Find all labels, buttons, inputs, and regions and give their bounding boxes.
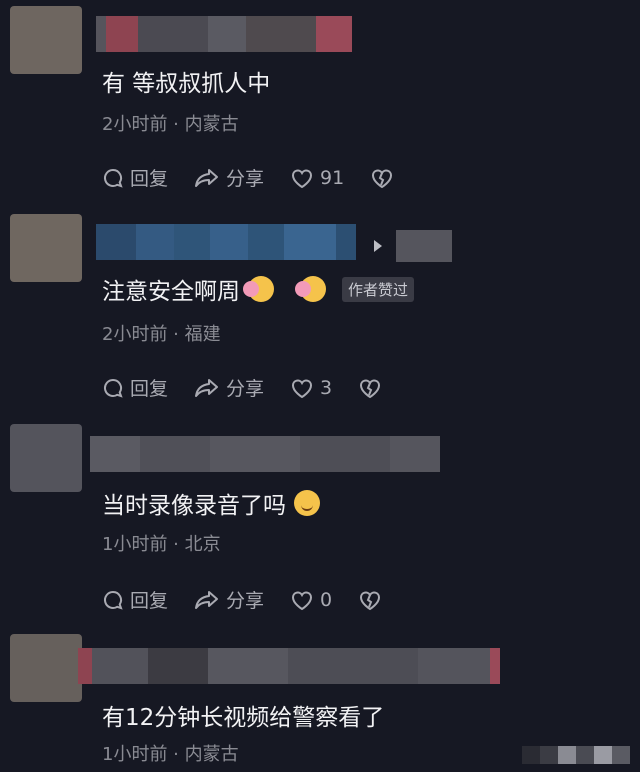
couple-emoji xyxy=(295,276,326,302)
share-label: 分享 xyxy=(226,378,265,400)
comment-actions: 回复 分享 3 xyxy=(102,374,408,401)
heart-icon xyxy=(290,589,314,611)
avatar[interactable] xyxy=(10,214,82,282)
share-button[interactable]: 分享 xyxy=(194,164,264,191)
reply-label: 回复 xyxy=(130,168,169,190)
comment-meta: 2小时前 · 福建 xyxy=(102,324,221,345)
like-button[interactable]: 0 xyxy=(290,589,332,611)
dislike-button[interactable] xyxy=(370,167,394,189)
comment-item: 有 等叔叔抓人中 2小时前 · 内蒙古 回复 分享 91 xyxy=(0,0,640,210)
smile-emoji xyxy=(294,490,320,516)
share-label: 分享 xyxy=(226,168,265,190)
comment-text-content: 当时录像录音了吗 xyxy=(102,493,286,519)
comment-actions: 回复 分享 91 xyxy=(102,164,420,191)
comment-meta: 2小时前 · 内蒙古 xyxy=(102,114,239,135)
heart-icon xyxy=(290,377,314,399)
comment-text: 有 等叔叔抓人中 xyxy=(102,64,270,98)
reply-label: 回复 xyxy=(130,378,169,400)
comment-text: 当时录像录音了吗 xyxy=(102,486,320,520)
broken-heart-icon xyxy=(370,167,394,189)
author-liked-badge: 作者赞过 xyxy=(342,276,415,302)
share-arrow-icon xyxy=(194,167,220,189)
like-count: 91 xyxy=(320,166,345,189)
comment-item: 当时录像录音了吗 1小时前 · 北京 回复 分享 0 xyxy=(0,422,640,632)
reply-to-username-blurred[interactable] xyxy=(396,230,452,262)
reply-button[interactable]: 回复 xyxy=(102,374,168,401)
comment-text-content: 注意安全啊周 xyxy=(102,279,240,305)
dislike-button[interactable] xyxy=(358,377,382,399)
broken-heart-icon xyxy=(358,377,382,399)
avatar[interactable] xyxy=(10,634,82,702)
dislike-button[interactable] xyxy=(358,589,382,611)
avatar[interactable] xyxy=(10,424,82,492)
comment-text: 注意安全啊周 作者赞过 xyxy=(102,272,415,306)
username-blurred[interactable] xyxy=(96,224,356,260)
like-button[interactable]: 3 xyxy=(290,377,332,399)
share-label: 分享 xyxy=(226,590,265,612)
comment-meta: 1小时前 · 北京 xyxy=(102,534,221,555)
comment-text: 有12分钟长视频给警察看了 xyxy=(102,698,384,732)
share-button[interactable]: 分享 xyxy=(194,586,264,613)
username-blurred[interactable] xyxy=(90,436,440,472)
reply-label: 回复 xyxy=(130,590,169,612)
like-button[interactable]: 91 xyxy=(290,167,344,189)
reply-bubble-icon xyxy=(102,589,124,611)
comment-meta: 1小时前 · 内蒙古 xyxy=(102,744,239,765)
share-button[interactable]: 分享 xyxy=(194,374,264,401)
reply-bubble-icon xyxy=(102,377,124,399)
like-count: 3 xyxy=(320,376,333,399)
broken-heart-icon xyxy=(358,589,382,611)
avatar[interactable] xyxy=(10,6,82,74)
username-blurred[interactable] xyxy=(78,648,500,684)
reply-bubble-icon xyxy=(102,167,124,189)
username-blurred[interactable] xyxy=(96,16,352,52)
share-arrow-icon xyxy=(194,377,220,399)
heart-icon xyxy=(290,167,314,189)
comment-actions: 回复 分享 0 xyxy=(102,586,408,613)
couple-emoji xyxy=(243,276,274,302)
comment-text-content: 有12分钟长视频给警察看了 xyxy=(102,705,385,731)
share-arrow-icon xyxy=(194,589,220,611)
reply-button[interactable]: 回复 xyxy=(102,586,168,613)
comment-item: 注意安全啊周 作者赞过 2小时前 · 福建 回复 分享 3 xyxy=(0,210,640,422)
chevron-right-icon xyxy=(374,240,382,252)
like-count: 0 xyxy=(320,588,333,611)
watermark-blurred xyxy=(522,746,630,764)
reply-button[interactable]: 回复 xyxy=(102,164,168,191)
comment-text-content: 有 等叔叔抓人中 xyxy=(102,71,271,97)
